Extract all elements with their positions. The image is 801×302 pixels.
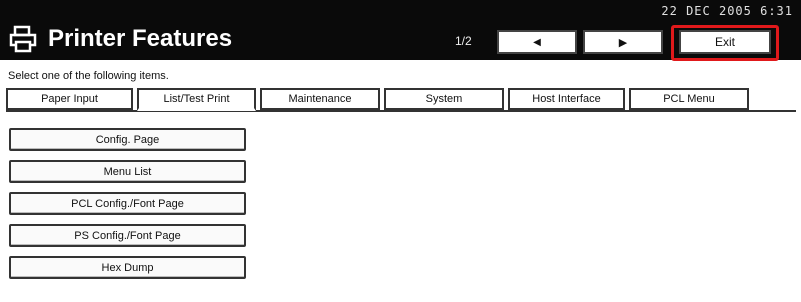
- pcl-config-font-page-button[interactable]: PCL Config./Font Page: [9, 192, 246, 215]
- title-area: Printer Features: [8, 22, 232, 56]
- right-arrow-icon: ▶: [618, 36, 628, 49]
- datetime: 22 DEC 2005 6:31: [661, 4, 793, 18]
- tab-host-interface[interactable]: Host Interface: [508, 88, 625, 111]
- menu-list-button[interactable]: Menu List: [9, 160, 246, 183]
- exit-button[interactable]: Exit: [679, 30, 771, 54]
- next-page-button[interactable]: ▶: [583, 30, 663, 54]
- tab-list-test-print[interactable]: List/Test Print: [137, 88, 256, 111]
- config-page-button[interactable]: Config. Page: [9, 128, 246, 151]
- tab-bar: Paper Input List/Test Print Maintenance …: [6, 88, 753, 111]
- ps-config-font-page-button[interactable]: PS Config./Font Page: [9, 224, 246, 247]
- item-list: Config. Page Menu List PCL Config./Font …: [9, 128, 246, 288]
- page-indicator: 1/2: [455, 34, 472, 48]
- tab-paper-input[interactable]: Paper Input: [6, 88, 133, 111]
- hex-dump-button[interactable]: Hex Dump: [9, 256, 246, 279]
- tab-pcl-menu[interactable]: PCL Menu: [629, 88, 749, 111]
- page-title: Printer Features: [48, 25, 233, 52]
- instruction-text: Select one of the following items.: [8, 70, 169, 82]
- header-bar: 22 DEC 2005 6:31 Printer Features 1/2 ◀ …: [0, 0, 801, 61]
- previous-page-button[interactable]: ◀: [497, 30, 577, 54]
- tab-maintenance[interactable]: Maintenance: [260, 88, 380, 111]
- left-arrow-icon: ◀: [533, 36, 541, 48]
- tab-system[interactable]: System: [384, 88, 504, 111]
- printer-icon: [9, 25, 37, 53]
